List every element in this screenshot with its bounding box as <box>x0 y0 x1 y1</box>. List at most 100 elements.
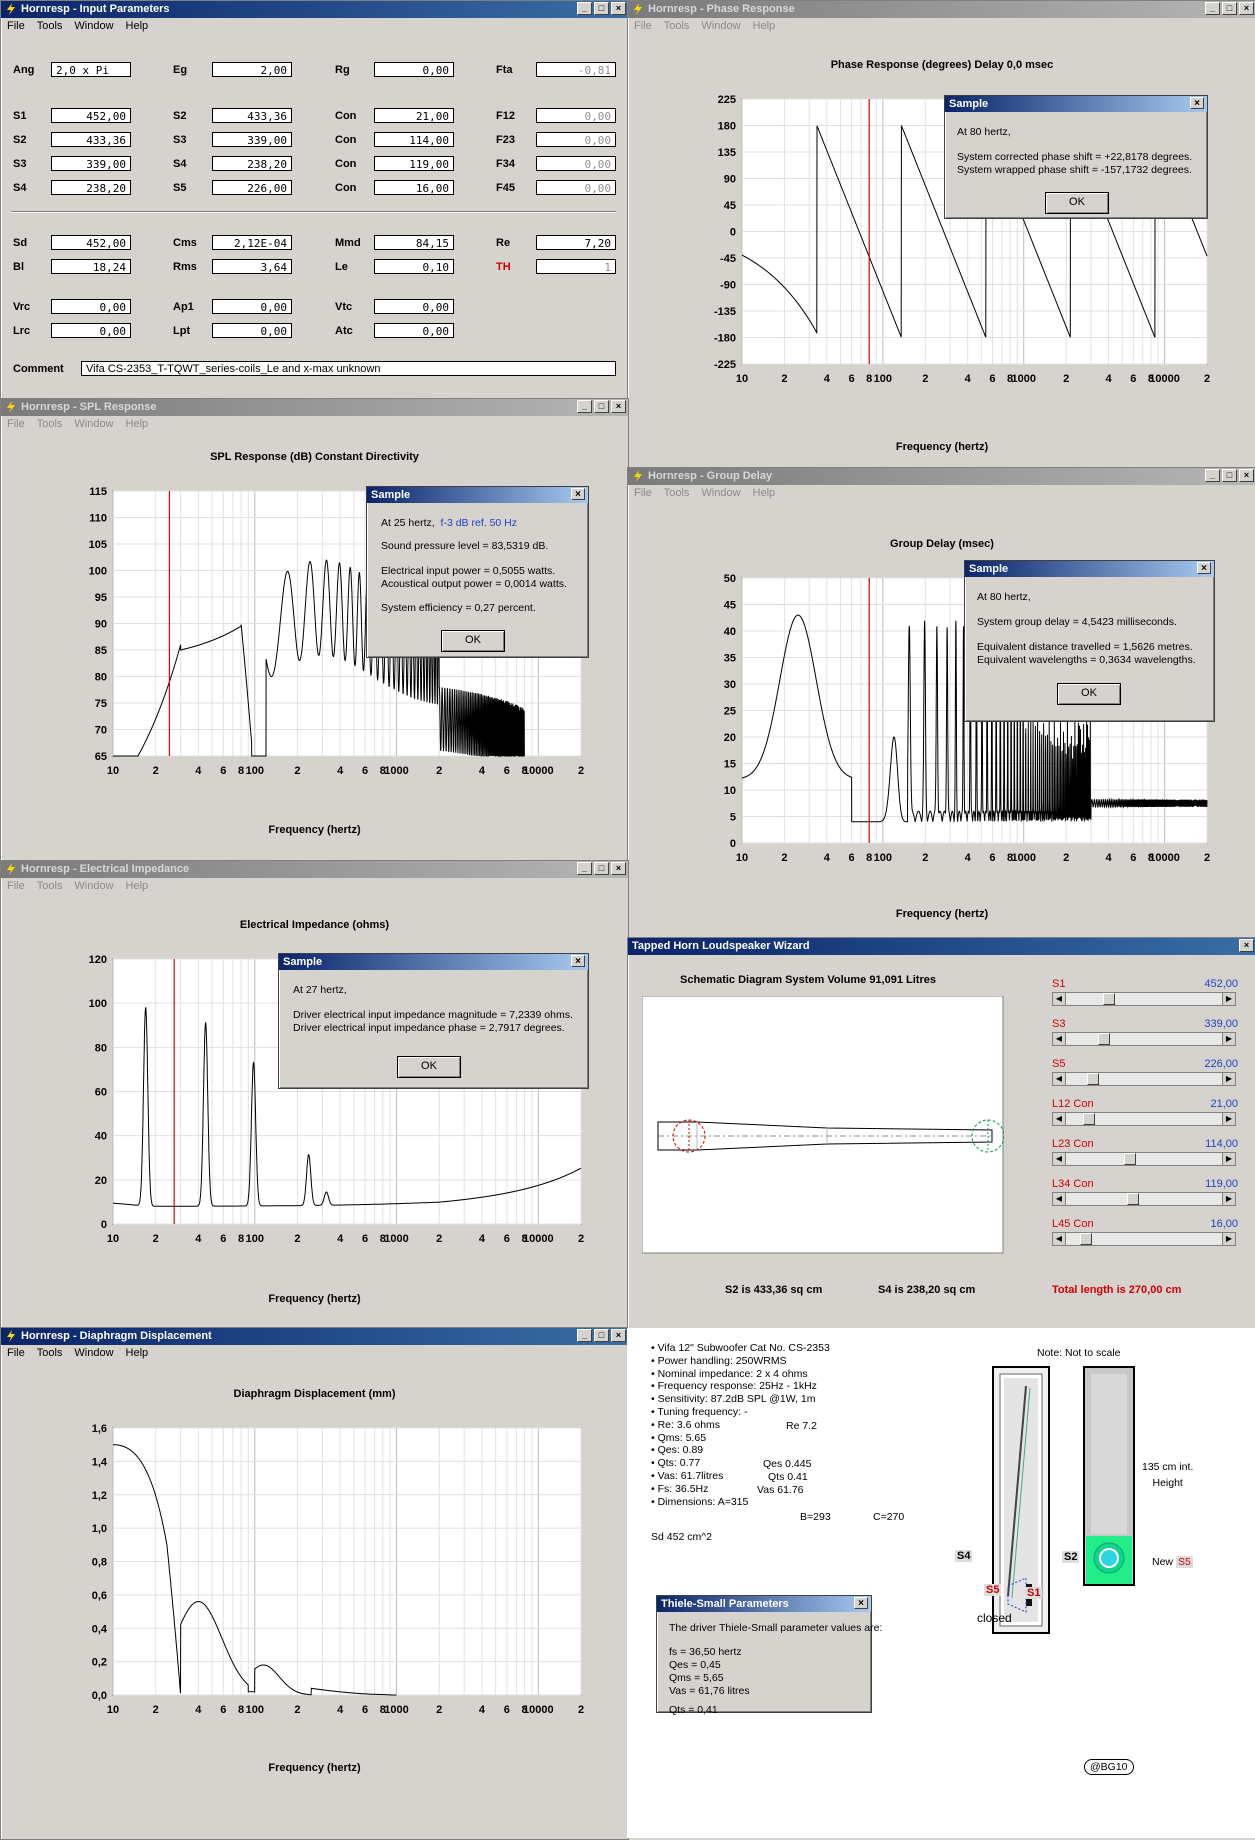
close-button[interactable]: × <box>611 2 626 15</box>
slider-left-arrow[interactable]: ◀ <box>1053 1193 1066 1205</box>
menu-help[interactable]: Help <box>126 20 149 32</box>
input-parameters-titlebar[interactable]: Hornresp - Input Parameters _ □ × <box>1 1 628 18</box>
slider-right-arrow[interactable]: ▶ <box>1222 993 1235 1005</box>
slider-right-arrow[interactable]: ▶ <box>1222 1073 1235 1085</box>
slider-left-arrow[interactable]: ◀ <box>1053 1233 1066 1245</box>
s-row-field[interactable]: 433,36 <box>51 132 131 147</box>
rms-field[interactable]: 3,64 <box>212 259 292 274</box>
menu-file[interactable]: File <box>7 1347 25 1359</box>
vrc-field[interactable]: 0,00 <box>51 299 131 314</box>
menu-help[interactable]: Help <box>753 20 776 32</box>
ok-button[interactable]: OK <box>1045 192 1109 214</box>
minimize-button[interactable]: _ <box>577 2 592 15</box>
sd-field[interactable]: 452,00 <box>51 235 131 250</box>
s-next-field[interactable]: 238,20 <box>212 156 292 171</box>
slider-track[interactable]: ◀ ▶ <box>1052 1032 1236 1046</box>
menu-file[interactable]: File <box>7 418 25 430</box>
menu-file[interactable]: File <box>634 20 652 32</box>
minimize-button[interactable]: _ <box>577 1329 592 1342</box>
close-button[interactable]: × <box>611 1329 626 1342</box>
lrc-field[interactable]: 0,00 <box>51 323 131 338</box>
slider-thumb[interactable] <box>1087 1073 1100 1085</box>
le-field[interactable]: 0,10 <box>374 259 454 274</box>
slider-thumb[interactable] <box>1079 1233 1092 1245</box>
dialog-close-button[interactable]: × <box>571 955 585 967</box>
menu-file[interactable]: File <box>7 20 25 32</box>
menu-window[interactable]: Window <box>74 1347 113 1359</box>
vtc-field[interactable]: 0,00 <box>374 299 454 314</box>
slider-left-arrow[interactable]: ◀ <box>1053 1113 1066 1125</box>
menu-tools[interactable]: Tools <box>37 20 63 32</box>
s-row-field[interactable]: 452,00 <box>51 108 131 123</box>
f-field[interactable]: 0,00 <box>536 132 616 147</box>
close-button[interactable]: × <box>1239 2 1254 15</box>
minimize-button[interactable]: _ <box>577 400 592 413</box>
impedance-titlebar[interactable]: Hornresp - Electrical Impedance _ □ × <box>1 861 628 878</box>
slider-right-arrow[interactable]: ▶ <box>1222 1033 1235 1045</box>
slider-left-arrow[interactable]: ◀ <box>1053 993 1066 1005</box>
menu-file[interactable]: File <box>634 487 652 499</box>
eg-field[interactable]: 2,00 <box>212 62 292 77</box>
menu-tools[interactable]: Tools <box>664 487 690 499</box>
minimize-button[interactable]: _ <box>1205 2 1220 15</box>
s-next-field[interactable]: 433,36 <box>212 108 292 123</box>
slider-track[interactable]: ◀ ▶ <box>1052 1232 1236 1246</box>
bl-field[interactable]: 18,24 <box>51 259 131 274</box>
s-row-field[interactable]: 238,20 <box>51 180 131 195</box>
maximize-button[interactable]: □ <box>1222 469 1237 482</box>
slider-track[interactable]: ◀ ▶ <box>1052 992 1236 1006</box>
con-field[interactable]: 21,00 <box>374 108 454 123</box>
menu-help[interactable]: Help <box>126 880 149 892</box>
slider-thumb[interactable] <box>1082 1113 1095 1125</box>
minimize-button[interactable]: _ <box>577 862 592 875</box>
th-field[interactable]: 1 <box>536 259 616 274</box>
menu-help[interactable]: Help <box>126 418 149 430</box>
s-row-field[interactable]: 339,00 <box>51 156 131 171</box>
rg-field[interactable]: 0,00 <box>374 62 454 77</box>
f-field[interactable]: 0,00 <box>536 180 616 195</box>
wizard-titlebar[interactable]: Tapped Horn Loudspeaker Wizard × <box>628 938 1255 955</box>
menu-window[interactable]: Window <box>74 418 113 430</box>
menu-help[interactable]: Help <box>753 487 776 499</box>
s-next-field[interactable]: 339,00 <box>212 132 292 147</box>
ang-field[interactable]: 2,0 x Pi <box>51 62 131 77</box>
dialog-close-button[interactable]: × <box>571 488 585 500</box>
displacement-titlebar[interactable]: Hornresp - Diaphragm Displacement _ □ × <box>1 1328 628 1345</box>
phase-response-titlebar[interactable]: Hornresp - Phase Response _ □ × <box>628 1 1255 18</box>
close-button[interactable]: × <box>1239 469 1254 482</box>
f-field[interactable]: 0,00 <box>536 156 616 171</box>
slider-right-arrow[interactable]: ▶ <box>1222 1153 1235 1165</box>
ok-button[interactable]: OK <box>441 630 505 652</box>
spl-response-titlebar[interactable]: Hornresp - SPL Response _ □ × <box>1 399 628 416</box>
slider-left-arrow[interactable]: ◀ <box>1053 1033 1066 1045</box>
re-field[interactable]: 7,20 <box>536 235 616 250</box>
menu-tools[interactable]: Tools <box>37 418 63 430</box>
minimize-button[interactable]: _ <box>1205 469 1220 482</box>
slider-right-arrow[interactable]: ▶ <box>1222 1113 1235 1125</box>
maximize-button[interactable]: □ <box>594 862 609 875</box>
con-field[interactable]: 119,00 <box>374 156 454 171</box>
s-next-field[interactable]: 226,00 <box>212 180 292 195</box>
maximize-button[interactable]: □ <box>594 400 609 413</box>
ok-button[interactable]: OK <box>397 1056 461 1078</box>
menu-tools[interactable]: Tools <box>664 20 690 32</box>
slider-right-arrow[interactable]: ▶ <box>1222 1233 1235 1245</box>
maximize-button[interactable]: □ <box>594 1329 609 1342</box>
atc-field[interactable]: 0,00 <box>374 323 454 338</box>
close-button[interactable]: × <box>611 862 626 875</box>
con-field[interactable]: 16,00 <box>374 180 454 195</box>
menu-window[interactable]: Window <box>701 487 740 499</box>
dialog-close-button[interactable]: × <box>854 1597 868 1609</box>
menu-window[interactable]: Window <box>74 20 113 32</box>
group-delay-titlebar[interactable]: Hornresp - Group Delay _ □ × <box>628 468 1255 485</box>
close-button[interactable]: × <box>611 400 626 413</box>
menu-file[interactable]: File <box>7 880 25 892</box>
menu-help[interactable]: Help <box>126 1347 149 1359</box>
dialog-close-button[interactable]: × <box>1190 97 1204 109</box>
slider-track[interactable]: ◀ ▶ <box>1052 1152 1236 1166</box>
slider-right-arrow[interactable]: ▶ <box>1222 1193 1235 1205</box>
slider-thumb[interactable] <box>1097 1033 1110 1045</box>
slider-thumb[interactable] <box>1124 1153 1137 1165</box>
menu-tools[interactable]: Tools <box>37 880 63 892</box>
ok-button[interactable]: OK <box>1057 683 1121 705</box>
